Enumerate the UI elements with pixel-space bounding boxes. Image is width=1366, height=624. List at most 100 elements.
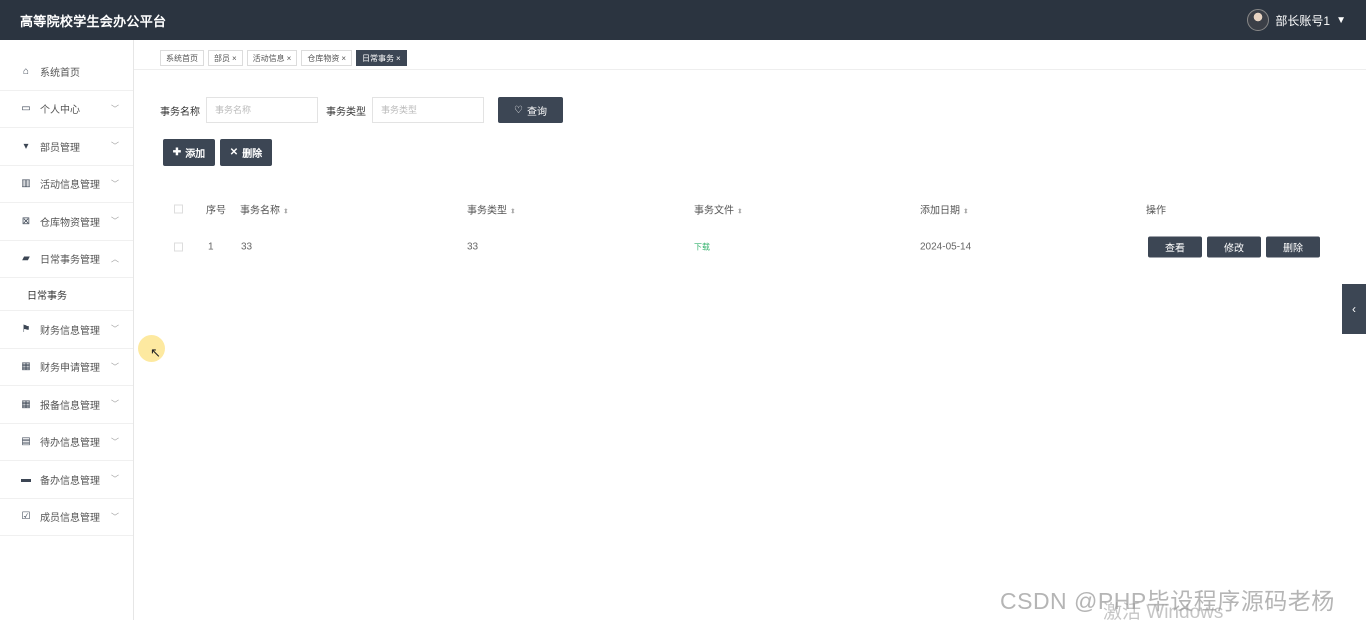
header-name[interactable]: 事务名称 ⬍ — [240, 202, 289, 217]
close-icon[interactable]: × — [232, 54, 237, 63]
tab-home[interactable]: 系统首页 — [160, 50, 204, 66]
username: 部长账号1 — [1275, 13, 1331, 28]
header-type[interactable]: 事务类型 ⬍ — [467, 202, 516, 217]
tab-label: 部员 — [214, 53, 230, 63]
sidebar-item-label: 部员管理 — [40, 142, 80, 154]
sort-icon: ⬍ — [510, 208, 516, 216]
sidebar-item-prepared[interactable]: ▬ 备办信息管理 ﹀ — [0, 461, 133, 499]
sidebar-item-label: 日常事务管理 — [40, 255, 100, 267]
sidebar-item-warehouse[interactable]: ⊠ 仓库物资管理 ﹀ — [0, 203, 133, 241]
sidebar-item-todo[interactable]: ▤ 待办信息管理 ﹀ — [0, 424, 133, 461]
sidebar-item-daily-affairs[interactable]: ▰ 日常事务管理 ︿ — [0, 241, 133, 278]
chevron-down-icon: ﹀ — [111, 179, 119, 189]
sidebar-item-label: 待办信息管理 — [40, 438, 100, 450]
header-date-label: 添加日期 — [920, 205, 960, 217]
close-icon[interactable]: × — [396, 54, 401, 63]
sidebar-item-label: 备办信息管理 — [40, 475, 100, 487]
edit-button[interactable]: 修改 — [1207, 236, 1261, 258]
tab-activities[interactable]: 活动信息 × — [246, 50, 298, 66]
type-label: 事务类型 — [326, 106, 366, 118]
sidebar-item-label: 报备信息管理 — [40, 400, 100, 412]
collapse-handle[interactable]: ‹ — [1342, 284, 1366, 334]
grid-icon: ▦ — [21, 361, 31, 373]
sort-icon: ⬍ — [283, 208, 289, 216]
header-name-label: 事务名称 — [240, 205, 280, 217]
add-button-label: 添加 — [185, 149, 206, 160]
comment-icon: ▬ — [21, 473, 31, 485]
search-form: 事务名称 事务类型 ♡ 查询 — [160, 97, 563, 123]
cell-index: 1 — [208, 241, 214, 253]
sidebar-item-label: 系统首页 — [40, 67, 80, 79]
sidebar-item-label: 财务信息管理 — [40, 325, 100, 337]
header-type-label: 事务类型 — [467, 205, 507, 217]
flag-icon: ⚑ — [21, 323, 31, 335]
add-button[interactable]: ✚ 添加 — [163, 139, 215, 166]
name-search-input[interactable] — [206, 97, 318, 123]
query-button[interactable]: ♡ 查询 — [498, 97, 563, 123]
tab-warehouse[interactable]: 仓库物资 × — [301, 50, 353, 66]
user-menu[interactable]: 部长账号1 ▼ — [1247, 9, 1346, 31]
header-file[interactable]: 事务文件 ⬍ — [694, 202, 743, 217]
chevron-down-icon: ﹀ — [111, 399, 119, 409]
warehouse-icon: ⊠ — [21, 215, 31, 227]
clipboard-icon: ▤ — [21, 436, 31, 448]
sidebar: ⌂ 系统首页 ▭ 个人中心 ﹀ ▾ 部员管理 ﹀ ▥ 活动信息管理 ﹀ ⊠ 仓库… — [0, 40, 134, 620]
chevron-down-icon: ﹀ — [111, 324, 119, 334]
view-button[interactable]: 查看 — [1148, 236, 1202, 258]
select-all-checkbox[interactable] — [174, 204, 183, 214]
sidebar-item-members[interactable]: ▾ 部员管理 ﹀ — [0, 128, 133, 166]
profile-icon: ▭ — [21, 103, 31, 115]
sidebar-item-label: 活动信息管理 — [40, 180, 100, 192]
tab-label: 系统首页 — [166, 53, 198, 63]
grid-icon: ▦ — [21, 398, 31, 410]
check-icon: ☑ — [21, 511, 31, 523]
close-icon: ✕ — [229, 147, 239, 158]
tab-label: 仓库物资 — [307, 53, 340, 63]
chevron-down-icon: ﹀ — [111, 362, 119, 372]
sidebar-item-finance-apply[interactable]: ▦ 财务申请管理 ﹀ — [0, 349, 133, 386]
type-search-input[interactable] — [372, 97, 484, 123]
sidebar-item-label: 成员信息管理 — [40, 513, 100, 525]
sidebar-item-profile[interactable]: ▭ 个人中心 ﹀ — [0, 91, 133, 128]
chevron-up-icon: ︿ — [111, 254, 119, 264]
member-icon: ▾ — [23, 140, 29, 152]
cell-name: 33 — [241, 241, 253, 253]
chart-icon: ▥ — [21, 178, 31, 190]
home-icon: ⌂ — [22, 65, 30, 77]
data-table: 序号 事务名称 ⬍ 事务类型 ⬍ 事务文件 ⬍ 添加日期 ⬍ 操作 1 33 33 下载… — [160, 190, 1340, 266]
delete-button-label: 删除 — [242, 149, 263, 160]
tab-daily-affairs[interactable]: 日常事务 × — [356, 50, 407, 66]
chevron-down-icon: ﹀ — [111, 216, 119, 226]
tab-label: 日常事务 — [362, 53, 395, 63]
heart-icon: ♡ — [514, 104, 523, 116]
top-bar: 高等院校学生会办公平台 部长账号1 ▼ — [0, 0, 1366, 40]
tab-bar: 系统首页 部员 × 活动信息 × 仓库物资 × 日常事务 × — [160, 50, 407, 66]
download-link[interactable]: 下载 — [694, 242, 710, 253]
close-icon[interactable]: × — [341, 54, 346, 63]
sidebar-item-label: 仓库物资管理 — [40, 217, 100, 229]
chevron-down-icon: ﹀ — [111, 474, 119, 484]
header-date[interactable]: 添加日期 ⬍ — [920, 202, 969, 217]
sidebar-item-report[interactable]: ▦ 报备信息管理 ﹀ — [0, 386, 133, 424]
sort-icon: ⬍ — [737, 208, 743, 216]
sidebar-item-home[interactable]: ⌂ 系统首页 — [0, 53, 133, 91]
close-icon[interactable]: × — [287, 54, 292, 63]
header-file-label: 事务文件 — [694, 205, 734, 217]
table-row: 1 33 33 下载 2024-05-14 查看 修改 删除 — [160, 228, 1340, 266]
tab-members[interactable]: 部员 × — [208, 50, 243, 66]
chevron-down-icon: ﹀ — [111, 437, 119, 447]
sidebar-item-activities[interactable]: ▥ 活动信息管理 ﹀ — [0, 166, 133, 203]
row-checkbox[interactable] — [174, 242, 183, 252]
table-header-row: 序号 事务名称 ⬍ 事务类型 ⬍ 事务文件 ⬍ 添加日期 ⬍ 操作 — [160, 190, 1340, 228]
avatar — [1247, 9, 1270, 31]
sidebar-item-members-info[interactable]: ☑ 成员信息管理 ﹀ — [0, 499, 133, 536]
sidebar-item-finance-info[interactable]: ⚑ 财务信息管理 ﹀ — [0, 311, 133, 349]
delete-button[interactable]: ✕ 删除 — [220, 139, 272, 166]
sort-icon: ⬍ — [963, 208, 969, 216]
mouse-cursor-icon: ↖ — [150, 345, 161, 360]
chevron-left-icon: ‹ — [1352, 302, 1356, 316]
submenu-item-daily-affairs[interactable]: 日常事务 — [0, 278, 133, 311]
chevron-down-icon: ﹀ — [111, 141, 119, 151]
app-title: 高等院校学生会办公平台 — [20, 13, 167, 29]
row-delete-button[interactable]: 删除 — [1266, 236, 1320, 258]
